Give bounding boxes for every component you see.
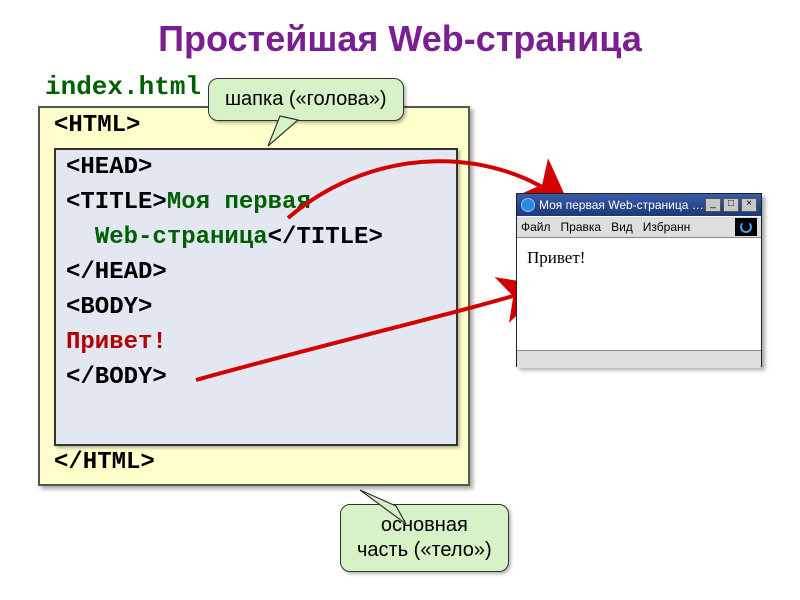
menu-edit[interactable]: Правка	[561, 220, 602, 234]
callout-body: основная часть («тело»)	[340, 504, 509, 572]
browser-window: Моя первая Web-страница … _ □ × Файл Пра…	[516, 193, 762, 367]
browser-titlebar: Моя первая Web-страница … _ □ ×	[517, 194, 761, 216]
callout-body-line1: основная	[381, 514, 468, 536]
code-body-text: Привет!	[56, 325, 456, 360]
callout-body-line2: часть («тело»)	[357, 539, 492, 561]
window-close-button[interactable]: ×	[741, 198, 757, 212]
code-block-inner: <HEAD> <TITLE>Моя первая Web-страница</T…	[54, 148, 458, 446]
window-minimize-button[interactable]: _	[705, 198, 721, 212]
browser-statusbar	[517, 350, 761, 368]
ie-icon	[521, 198, 535, 212]
code-body-open: <BODY>	[56, 290, 456, 325]
browser-content: Привет!	[517, 238, 761, 350]
menu-favorites[interactable]: Избранн	[643, 220, 690, 234]
code-head-close: </HEAD>	[56, 255, 456, 290]
menu-view[interactable]: Вид	[611, 220, 633, 234]
code-head-open: <HEAD>	[56, 150, 456, 185]
window-maximize-button[interactable]: □	[723, 198, 739, 212]
code-html-close: </HTML>	[40, 445, 165, 480]
code-block-outer: <HTML> <HEAD> <TITLE>Моя первая Web-стра…	[38, 106, 470, 486]
browser-window-title: Моя первая Web-страница …	[539, 198, 703, 212]
menu-file[interactable]: Файл	[521, 220, 551, 234]
ie-logo-icon	[735, 218, 757, 236]
slide-title: Простейшая Web-страница	[0, 0, 800, 60]
callout-head: шапка («голова»)	[208, 78, 404, 121]
filename-label: index.html	[45, 72, 201, 102]
code-title-line1: <TITLE>Моя первая	[56, 185, 456, 220]
code-body-close: </BODY>	[56, 360, 456, 395]
browser-menubar: Файл Правка Вид Избранн	[517, 216, 761, 238]
code-title-line2: Web-страница</TITLE>	[56, 220, 456, 255]
